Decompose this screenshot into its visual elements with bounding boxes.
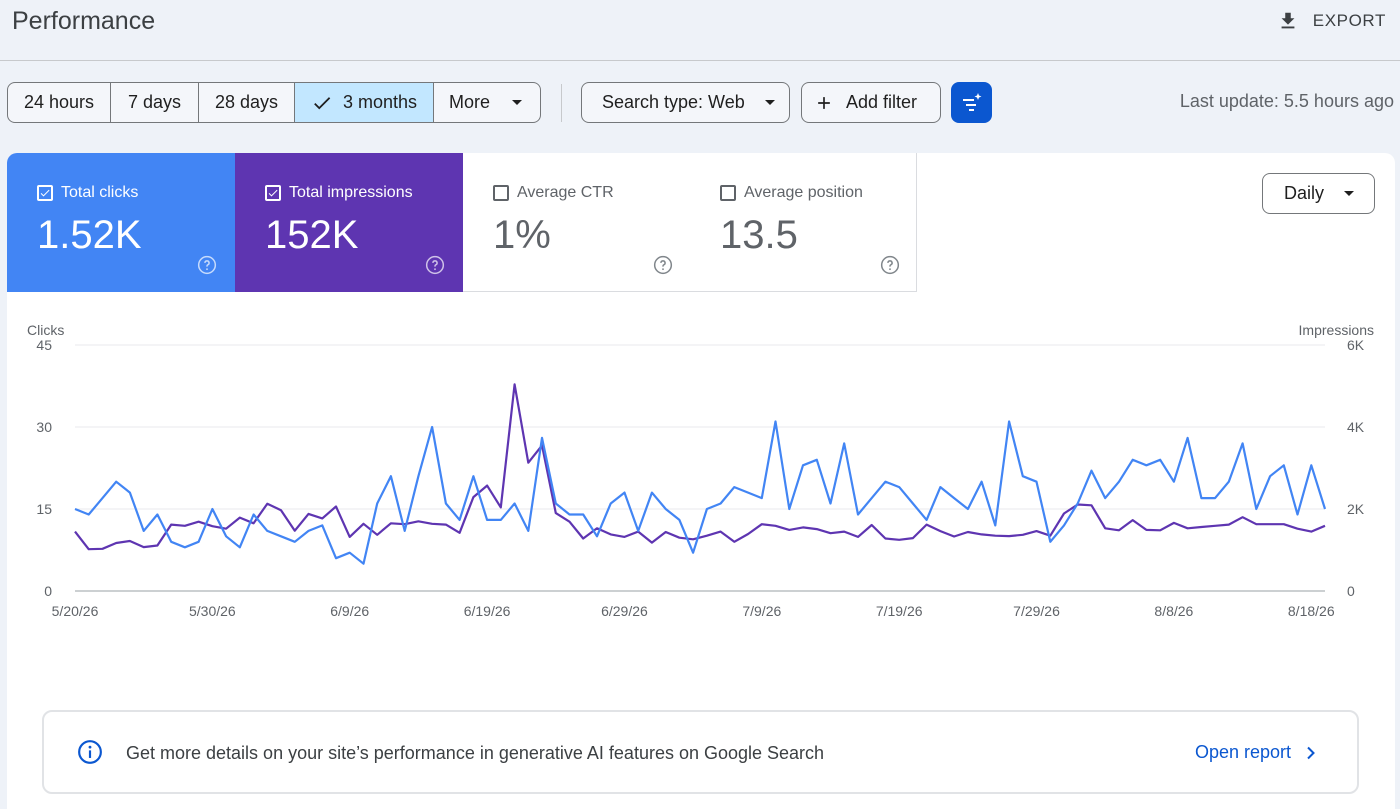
x-tick-label: 6/9/26	[330, 603, 369, 619]
checkbox-unchecked-icon[interactable]	[493, 185, 509, 201]
metric-label: Average position	[744, 184, 863, 201]
y-tick-left: 0	[44, 583, 52, 599]
info-icon	[78, 740, 102, 764]
chevron-right-icon	[1307, 746, 1315, 759]
add-filter-button[interactable]: Add filter	[801, 82, 941, 123]
help-icon[interactable]	[197, 255, 217, 275]
export-button[interactable]: EXPORT	[1277, 6, 1386, 36]
chevron-down-icon	[512, 100, 523, 105]
x-tick-label: 6/29/26	[601, 603, 648, 619]
download-icon	[1281, 12, 1295, 29]
help-icon[interactable]	[880, 255, 900, 275]
search-type-label: Search type: Web	[602, 92, 745, 112]
metric-label: Average CTR	[517, 184, 614, 201]
export-label: EXPORT	[1312, 11, 1386, 30]
range-3-months[interactable]: 3 months	[295, 83, 434, 122]
y-tick-left: 45	[36, 337, 52, 353]
check-icon	[314, 96, 331, 109]
last-update-text: Last update: 5.5 hours ago	[1179, 91, 1394, 111]
range-24-hours[interactable]: 24 hours	[8, 83, 111, 122]
x-tick-label: 7/29/26	[1013, 603, 1060, 619]
x-tick-label: 6/19/26	[464, 603, 511, 619]
range-7-days[interactable]: 7 days	[111, 83, 199, 122]
open-report-link[interactable]: Open report	[1195, 742, 1317, 763]
metric-total-impressions[interactable]: Total impressions 152K	[235, 153, 463, 292]
granularity-dropdown[interactable]: Daily	[1262, 173, 1375, 214]
page-header: Performance EXPORT	[0, 0, 1400, 61]
y-tick-right: 6K	[1347, 337, 1365, 353]
banner-text: Get more details on your site’s performa…	[126, 743, 825, 763]
search-type-dropdown[interactable]: Search type: Web	[581, 82, 790, 123]
metric-value: 1%	[493, 213, 551, 257]
metric-total-clicks[interactable]: Total clicks 1.52K	[7, 153, 235, 292]
range-3-months-label: 3 months	[342, 92, 418, 112]
x-tick-label: 5/30/26	[189, 603, 236, 619]
sparkle-filter-icon	[962, 92, 981, 111]
metric-average-ctr[interactable]: Average CTR 1%	[463, 153, 691, 292]
metric-average-position[interactable]: Average position 13.5	[690, 153, 917, 292]
y-tick-right: 2K	[1347, 501, 1365, 517]
ai-features-banner: Get more details on your site’s performa…	[42, 710, 1359, 794]
y-tick-right: 4K	[1347, 419, 1365, 435]
open-report-label: Open report	[1194, 742, 1291, 762]
performance-line-chart: 0 0 15 2K 30 4K 45 6K Clicks Impressions 5/20/26 5/…	[27, 322, 1374, 619]
granularity-label: Daily	[1284, 183, 1325, 203]
x-tick-label: 7/9/26	[742, 603, 781, 619]
filter-toolbar: 24 hours 7 days 28 days 3 months More Se…	[0, 82, 1400, 124]
metric-value: 152K	[265, 213, 359, 257]
range-more-dropdown[interactable]: More	[434, 83, 540, 122]
checkbox-checked-icon[interactable]	[265, 185, 281, 201]
y-tick-left: 15	[36, 501, 52, 517]
checkbox-unchecked-icon[interactable]	[720, 185, 736, 201]
range-28-days[interactable]: 28 days	[199, 83, 295, 122]
help-icon[interactable]	[653, 255, 673, 275]
series-line-clicks	[74, 420, 1327, 565]
chevron-down-icon	[764, 100, 775, 105]
x-tick-label: 5/20/26	[52, 603, 99, 619]
plus-icon	[818, 96, 830, 109]
y-axis-label-right: Impressions	[1299, 322, 1374, 338]
toolbar-divider	[561, 84, 562, 122]
ai-filter-button[interactable]	[951, 82, 992, 123]
help-icon[interactable]	[425, 255, 445, 275]
y-tick-right: 0	[1347, 583, 1355, 599]
metric-value: 1.52K	[37, 213, 142, 257]
checkbox-checked-icon[interactable]	[37, 185, 53, 201]
date-range-selector: 24 hours 7 days 28 days 3 months More	[7, 82, 541, 123]
y-tick-left: 30	[36, 419, 52, 435]
y-axis-label-left: Clicks	[27, 322, 64, 338]
chevron-down-icon	[1344, 191, 1355, 196]
page-title: Performance	[12, 7, 156, 35]
x-tick-label: 8/8/26	[1154, 603, 1193, 619]
metric-label: Total clicks	[61, 184, 139, 201]
add-filter-label: Add filter	[846, 92, 918, 112]
x-tick-label: 7/19/26	[876, 603, 923, 619]
performance-card: Total clicks 1.52K Total impressions 152…	[7, 153, 1395, 809]
more-label: More	[449, 92, 491, 112]
metric-label: Total impressions	[289, 184, 413, 201]
x-tick-label: 8/18/26	[1288, 603, 1335, 619]
metric-value: 13.5	[720, 213, 798, 257]
